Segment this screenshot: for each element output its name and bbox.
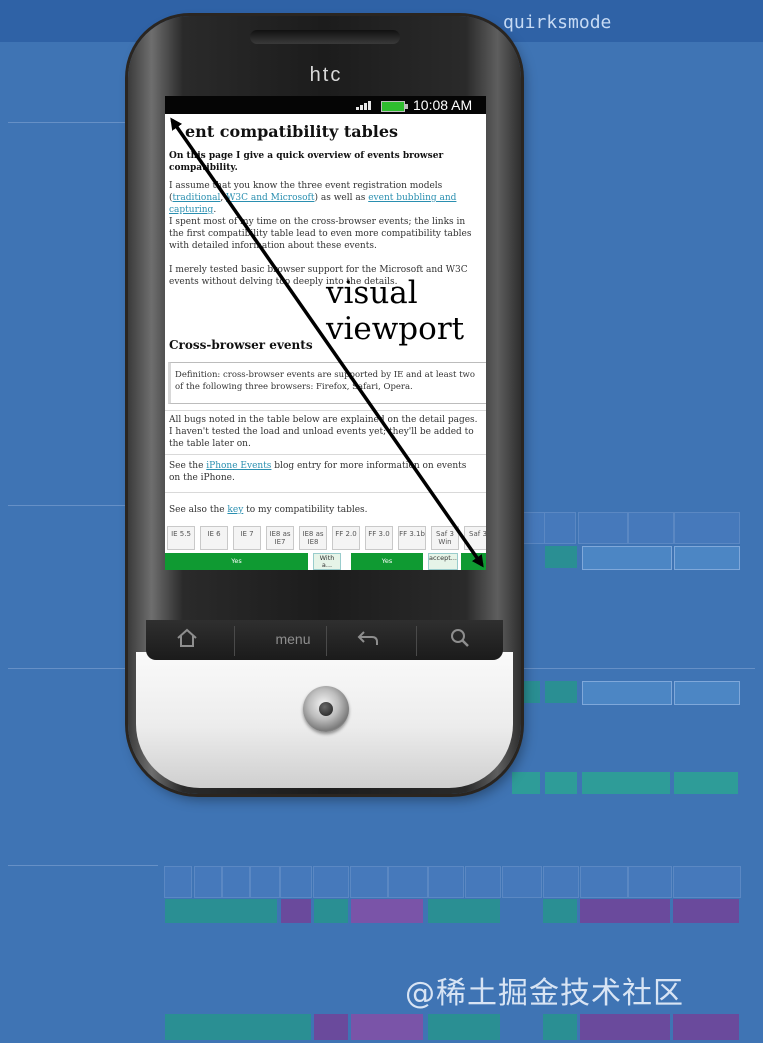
visual-label: visual bbox=[326, 275, 418, 311]
visual-viewport-arrow bbox=[170, 117, 484, 568]
viewport-label: viewport bbox=[326, 311, 465, 347]
